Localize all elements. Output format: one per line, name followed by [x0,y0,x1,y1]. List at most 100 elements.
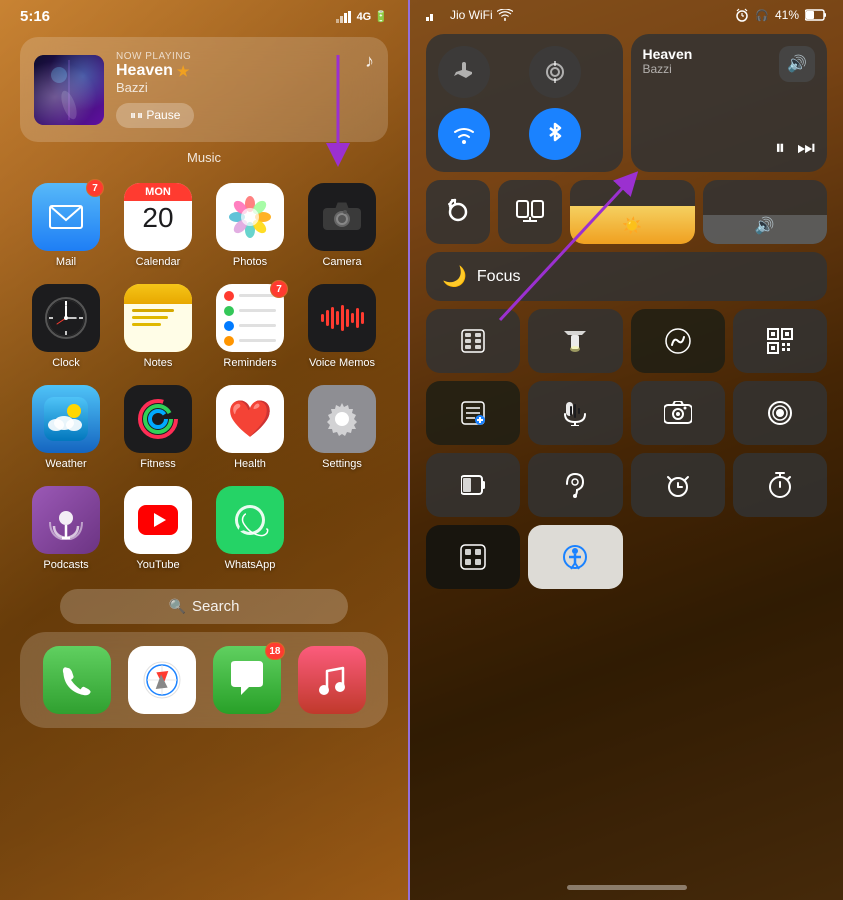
alarm-quick-button[interactable] [631,453,725,517]
mail-badge: 7 [86,179,104,197]
camera-icon [308,183,376,251]
reminders-label: Reminders [223,357,276,369]
battery-icon: 4G 🔋 [357,10,388,23]
wifi-toggle-button[interactable] [438,108,490,160]
messages-icon: 18 [213,646,281,714]
photos-icon [216,183,284,251]
focus-button[interactable]: 🌙 Focus [426,252,827,301]
notes-quick-button[interactable] [426,381,520,445]
youtube-icon [124,486,192,554]
app-grid: 7 Mail MON 20 Calendar [0,175,408,579]
left-phone-screen: 5:16 4G 🔋 [0,0,410,900]
app-item-photos[interactable]: Photos [204,175,296,276]
status-time: 5:16 [20,8,50,25]
now-playing-widget[interactable]: NOW PLAYING Heaven ★ Bazzi ⏸ ⏸ Pause ♪ [20,37,388,142]
reminders-badge: 7 [270,280,288,298]
clock-icon [32,284,100,352]
voicememos-icon [308,284,376,352]
control-center: Heaven Bazzi 🔊 ⏸ ⏭ [410,26,843,605]
volume-slider[interactable]: 🔊 [703,180,828,244]
app-item-podcasts[interactable]: Podcasts [20,478,112,579]
battery-right: 41% [775,8,799,22]
app-item-settings[interactable]: Settings [296,377,388,478]
signal-bars-icon [426,9,446,21]
battery-saver-button[interactable] [426,453,520,517]
music-widget-label: Music [0,150,408,165]
app-item-whatsapp[interactable]: WhatsApp [204,478,296,579]
stopwatch-button[interactable] [733,453,827,517]
pause-icon: ⏸ [130,108,136,123]
skip-forward-button[interactable]: ⏭ [797,137,815,160]
whatsapp-icon [216,486,284,554]
app-item-voicememos[interactable]: Voice Memos [296,276,388,377]
app-item-notes[interactable]: Notes [112,276,204,377]
photos-label: Photos [233,256,267,268]
shazam-button[interactable] [631,309,725,373]
music-icon [298,646,366,714]
volume-icon: 🔊 [755,216,775,236]
alarm-icon [735,8,749,22]
brightness-slider[interactable]: ☀️ [570,180,695,244]
accessibility-button[interactable] [528,525,622,589]
settings-icon [308,385,376,453]
app-item-mail[interactable]: 7 Mail [20,175,112,276]
app-item-health[interactable]: ❤️ Health [204,377,296,478]
status-bar-left: 5:16 4G 🔋 [0,0,408,29]
now-playing-bluetooth-icon: 🔊 [779,46,815,82]
rating-star: ★ [177,63,190,80]
cc-np-song-title: Heaven [643,46,693,62]
calendar-icon: MON 20 [124,183,192,251]
search-icon: 🔍 [169,598,186,615]
cc-now-playing-panel: Heaven Bazzi 🔊 ⏸ ⏭ [631,34,828,172]
app-item-youtube[interactable]: YouTube [112,478,204,579]
bluetooth-toggle-button[interactable] [529,108,581,160]
cc-np-info: Heaven Bazzi [643,46,693,76]
status-bar-right: Jio WiFi 🎧 41% [410,0,843,26]
airplane-mode-button[interactable] [438,46,490,98]
app-item-empty [296,478,388,579]
matter-icon-button[interactable] [426,525,520,589]
cc-np-song-artist: Bazzi [643,62,693,76]
cc-focus-row: 🌙 Focus [426,252,827,301]
dock-messages[interactable]: 18 [213,646,281,714]
fitness-icon [124,385,192,453]
search-bar[interactable]: 🔍 Search [60,589,348,624]
screen-mirror-button[interactable] [498,180,562,244]
cc-row2: ☀️ 🔊 [426,180,827,244]
app-item-weather[interactable]: Weather [20,377,112,478]
whatsapp-label: WhatsApp [225,559,276,571]
cellular-button[interactable] [529,46,581,98]
dock-safari[interactable] [128,646,196,714]
weather-label: Weather [45,458,86,470]
clock-label: Clock [52,357,80,369]
app-item-camera[interactable]: Camera [296,175,388,276]
dock-music[interactable] [298,646,366,714]
app-item-clock[interactable]: Clock [20,276,112,377]
brightness-icon: ☀️ [622,216,642,236]
dock: 18 [20,632,388,728]
focus-label: Focus [477,268,521,286]
now-playing-label: NOW PLAYING [116,51,374,62]
app-item-calendar[interactable]: MON 20 Calendar [112,175,204,276]
voice-record-button[interactable] [528,381,622,445]
dock-phone[interactable] [43,646,111,714]
search-label: Search [192,598,240,615]
notes-icon [124,284,192,352]
calculator-button[interactable] [426,309,520,373]
screen-rotation-button[interactable] [426,180,490,244]
qr-scan-button[interactable] [733,309,827,373]
voicememos-label: Voice Memos [309,357,375,369]
play-pause-button[interactable]: ⏸ [775,137,785,160]
app-item-reminders[interactable]: 7 Reminders [204,276,296,377]
settings-label: Settings [322,458,362,470]
flashlight-button[interactable] [528,309,622,373]
messages-badge: 18 [265,642,284,660]
phone-icon [43,646,111,714]
pause-button[interactable]: ⏸ ⏸ Pause [116,103,194,128]
app-item-fitness[interactable]: Fitness [112,377,204,478]
camera-quick-button[interactable] [631,381,725,445]
home-indicator [567,885,687,890]
hearing-button[interactable] [528,453,622,517]
screen-record-button[interactable] [733,381,827,445]
reminders-icon: 7 [216,284,284,352]
